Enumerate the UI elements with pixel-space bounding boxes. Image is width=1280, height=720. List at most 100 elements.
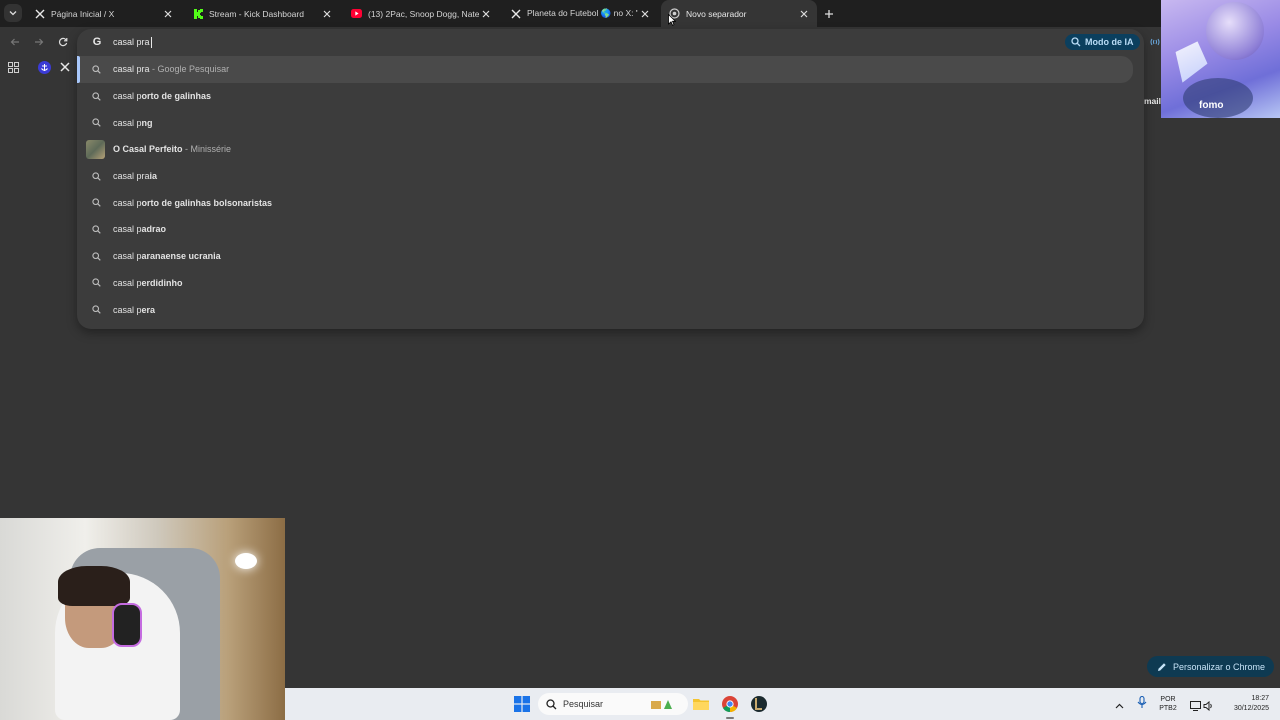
suggestion-row[interactable]: casal padrao xyxy=(77,216,1144,243)
apps-grid-icon[interactable] xyxy=(6,60,20,74)
suggestion-completion: erdidinho xyxy=(141,277,183,288)
microphone-icon[interactable] xyxy=(1137,695,1147,714)
suggestion-row[interactable]: O Casal Perfeito - Minissérie xyxy=(77,136,1144,163)
windows-start-icon[interactable] xyxy=(514,696,530,712)
tab-new-tab[interactable]: Novo separador xyxy=(661,0,817,27)
new-tab-button[interactable] xyxy=(820,5,837,22)
league-client-icon[interactable] xyxy=(750,695,768,713)
suggestion-text: casal praia xyxy=(113,171,157,181)
suggestion-row[interactable]: casal png xyxy=(77,109,1144,136)
system-clock[interactable]: 18:27 30/12/2025 xyxy=(1225,694,1269,714)
ai-search-icon xyxy=(1071,37,1081,47)
tab-title: (13) 2Pac, Snoop Dogg, Nate D xyxy=(368,8,479,19)
mail-shortcut-link[interactable]: mail xyxy=(1144,96,1161,106)
solana-coin-icon xyxy=(1206,2,1264,60)
clock-time: 18:27 xyxy=(1251,695,1269,702)
anchor-extension-icon[interactable] xyxy=(37,60,51,74)
chrome-icon[interactable] xyxy=(721,695,739,713)
search-icon xyxy=(90,277,102,289)
suggestion-text: casal png xyxy=(113,118,153,128)
search-highlight-icon xyxy=(651,700,672,709)
arrow-right-icon xyxy=(35,38,44,46)
chevron-up-icon[interactable] xyxy=(1115,698,1124,716)
address-input-value: casal pra xyxy=(113,37,150,47)
back-button[interactable] xyxy=(7,34,23,50)
tab-planeta-futebol[interactable]: Planeta do Futebol 🌎 no X: "⚠ xyxy=(502,0,658,27)
language-code: POR xyxy=(1160,696,1176,703)
suggestion-completion: ia xyxy=(149,171,158,182)
reload-button[interactable] xyxy=(55,34,71,50)
close-tab-icon[interactable] xyxy=(161,7,175,21)
taskbar-search-box[interactable]: Pesquisar xyxy=(538,693,688,715)
suggestion-typed: casal p xyxy=(113,197,142,208)
clock-date: 30/12/2025 xyxy=(1233,705,1269,712)
suggestion-row[interactable]: casal porto de galinhas bolsonaristas xyxy=(77,189,1144,216)
network-icon[interactable] xyxy=(1190,698,1201,716)
volume-icon[interactable] xyxy=(1203,698,1214,716)
close-tab-icon[interactable] xyxy=(479,7,493,21)
suggestion-row[interactable]: casal praia xyxy=(77,163,1144,190)
suggestion-text: casal paranaense ucrania xyxy=(113,251,221,261)
suggestion-typed: casal p xyxy=(113,224,142,235)
file-explorer-icon[interactable] xyxy=(692,695,710,713)
personalize-chrome-button[interactable]: Personalizar o Chrome xyxy=(1147,656,1275,677)
suggestion-text: casal pra - Google Pesquisar xyxy=(113,64,229,74)
pencil-icon xyxy=(1158,662,1166,671)
search-icon xyxy=(90,170,102,182)
lamp-light xyxy=(235,553,257,569)
tab-strip: Página Inicial / X Stream - Kick Dashboa… xyxy=(0,0,1280,27)
suggestion-completion: ng xyxy=(141,117,153,128)
suggestion-list: casal pra - Google Pesquisar casal porto … xyxy=(77,56,1144,323)
headphones xyxy=(112,603,142,647)
suggestion-row[interactable]: casal perdidinho xyxy=(77,270,1144,297)
stream-overlay-graphic: fomo xyxy=(1161,0,1280,118)
forward-button[interactable] xyxy=(31,34,47,50)
close-tab-icon[interactable] xyxy=(797,7,811,21)
ai-mode-button[interactable]: Modo de IA xyxy=(1065,34,1140,50)
suggestion-text: casal padrao xyxy=(113,224,166,234)
suggestion-text: casal porto de galinhas bolsonaristas xyxy=(113,198,272,208)
plus-icon xyxy=(824,9,833,18)
search-icon xyxy=(90,63,102,75)
tab-search-button[interactable] xyxy=(4,4,22,22)
suggestion-thumbnail xyxy=(86,139,105,159)
tab-title: Stream - Kick Dashboard xyxy=(209,8,304,19)
voice-search-icon[interactable] xyxy=(1150,35,1160,53)
overlay-shadow xyxy=(1183,78,1253,118)
tab-title: Página Inicial / X xyxy=(51,8,115,19)
x-logo-icon[interactable] xyxy=(58,60,72,74)
x-logo-icon xyxy=(34,8,45,19)
arrow-left-icon xyxy=(10,38,19,46)
tab-x-home[interactable]: Página Inicial / X xyxy=(26,0,181,27)
google-logo-icon: G xyxy=(92,36,102,48)
tab-title: Planeta do Futebol 🌎 no X: "⚠ xyxy=(527,8,638,18)
webcam-feed xyxy=(0,518,285,720)
suggestion-row[interactable]: casal pera xyxy=(77,296,1144,323)
suggestion-completion: aranaense ucrania xyxy=(141,251,221,262)
x-logo-icon xyxy=(510,8,521,19)
suggestion-completion: adrao xyxy=(141,224,167,235)
address-input[interactable]: casal pra xyxy=(113,37,152,49)
kick-logo-icon xyxy=(192,8,203,19)
tab-youtube[interactable]: (13) 2Pac, Snoop Dogg, Nate D xyxy=(343,0,499,27)
keyboard-language-indicator[interactable]: POR PTB2 xyxy=(1155,695,1181,713)
chrome-active-indicator xyxy=(726,717,734,719)
suggestion-completion: orto de galinhas bolsonaristas xyxy=(141,197,273,208)
suggestion-row[interactable]: casal pra - Google Pesquisar xyxy=(77,56,1133,83)
suggestion-text: casal porto de galinhas xyxy=(113,91,211,101)
suggestion-completion: O Casal Perfeito xyxy=(113,144,183,155)
suggestion-text: casal pera xyxy=(113,305,155,315)
suggestion-row[interactable]: casal porto de galinhas xyxy=(77,83,1144,110)
suggestion-typed: casal pra xyxy=(113,64,150,75)
suggestion-typed: casal p xyxy=(113,117,142,128)
ai-mode-label: Modo de IA xyxy=(1085,37,1134,47)
address-bar[interactable]: G casal pra Modo de IA xyxy=(77,29,1144,55)
close-tab-icon[interactable] xyxy=(638,7,652,21)
suggestion-row[interactable]: casal paranaense ucrania xyxy=(77,243,1144,270)
overlay-brand-logo: fomo xyxy=(1199,100,1224,111)
chevron-down-icon xyxy=(9,11,17,16)
tab-kick-dashboard[interactable]: Stream - Kick Dashboard xyxy=(184,0,340,27)
close-tab-icon[interactable] xyxy=(320,7,334,21)
search-icon xyxy=(90,197,102,209)
search-icon xyxy=(90,90,102,102)
